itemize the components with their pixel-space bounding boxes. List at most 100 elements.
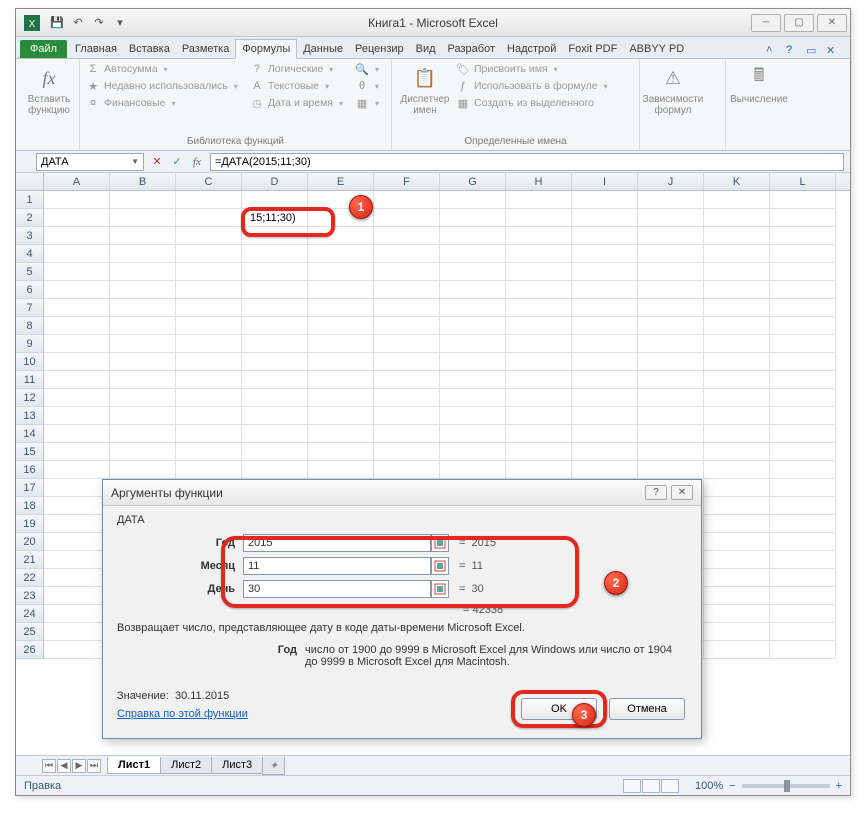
cell[interactable] — [308, 227, 374, 245]
prev-sheet-icon[interactable]: ◀ — [57, 759, 71, 773]
cell[interactable] — [44, 389, 110, 407]
lookup-button[interactable]: 🔍▾ — [355, 62, 379, 76]
cell[interactable] — [572, 389, 638, 407]
text-button[interactable]: AТекстовые▾ — [250, 79, 343, 93]
cell[interactable] — [704, 425, 770, 443]
cell[interactable] — [242, 371, 308, 389]
column-header[interactable]: F — [374, 173, 440, 190]
cell[interactable] — [242, 227, 308, 245]
cell[interactable] — [770, 551, 836, 569]
page-break-icon[interactable] — [661, 779, 679, 793]
cell[interactable] — [506, 191, 572, 209]
cell[interactable] — [374, 461, 440, 479]
cell[interactable] — [440, 335, 506, 353]
cell[interactable] — [770, 623, 836, 641]
name-manager-button[interactable]: 📋 Диспетчер имен — [398, 62, 452, 116]
cell[interactable] — [506, 407, 572, 425]
cell[interactable] — [110, 443, 176, 461]
cell[interactable] — [110, 263, 176, 281]
cell[interactable] — [308, 353, 374, 371]
row-header[interactable]: 5 — [16, 263, 44, 281]
cell[interactable] — [770, 245, 836, 263]
cell[interactable] — [374, 245, 440, 263]
row-header[interactable]: 17 — [16, 479, 44, 497]
cell[interactable] — [638, 263, 704, 281]
cell[interactable] — [308, 443, 374, 461]
cell[interactable] — [638, 461, 704, 479]
cell[interactable] — [110, 461, 176, 479]
row-header[interactable]: 18 — [16, 497, 44, 515]
cell[interactable] — [704, 479, 770, 497]
row-header[interactable]: 3 — [16, 227, 44, 245]
cell[interactable] — [242, 335, 308, 353]
cell[interactable] — [638, 389, 704, 407]
row-header[interactable]: 25 — [16, 623, 44, 641]
cell[interactable] — [110, 425, 176, 443]
cell[interactable] — [176, 317, 242, 335]
last-sheet-icon[interactable]: ⏭ — [87, 759, 101, 773]
cell[interactable] — [110, 317, 176, 335]
cell[interactable] — [506, 443, 572, 461]
cell[interactable] — [44, 209, 110, 227]
dialog-help-icon[interactable]: ? — [645, 485, 667, 500]
ribbon-tab[interactable]: Рецензир — [349, 40, 410, 58]
row-header[interactable]: 10 — [16, 353, 44, 371]
column-header[interactable]: E — [308, 173, 374, 190]
minimize-button[interactable]: ─ — [751, 14, 781, 32]
cell[interactable] — [638, 299, 704, 317]
cell[interactable] — [770, 191, 836, 209]
cell[interactable] — [242, 353, 308, 371]
cell[interactable] — [638, 443, 704, 461]
cell[interactable] — [44, 191, 110, 209]
cell[interactable] — [572, 317, 638, 335]
column-header[interactable]: I — [572, 173, 638, 190]
undo-icon[interactable]: ↶ — [69, 14, 87, 32]
cell[interactable] — [374, 425, 440, 443]
cell[interactable] — [704, 443, 770, 461]
cell[interactable] — [308, 425, 374, 443]
cell[interactable] — [44, 299, 110, 317]
cell[interactable] — [308, 461, 374, 479]
cell[interactable] — [308, 317, 374, 335]
qat-dropdown-icon[interactable]: ▾ — [111, 14, 129, 32]
cell[interactable] — [308, 389, 374, 407]
file-tab[interactable]: Файл — [20, 40, 67, 58]
cell[interactable] — [374, 389, 440, 407]
arg-input[interactable]: 30 — [243, 580, 431, 598]
minimize-ribbon-icon[interactable]: ˄ — [766, 44, 780, 58]
cell[interactable] — [638, 371, 704, 389]
ribbon-tab[interactable]: Foxit PDF — [562, 40, 623, 58]
cell[interactable] — [440, 245, 506, 263]
ribbon-tab[interactable]: Формулы — [235, 39, 297, 59]
formula-auditing-button[interactable]: ⚠ Зависимости формул — [646, 62, 700, 116]
arg-input[interactable]: 11 — [243, 557, 431, 575]
close-button[interactable]: ✕ — [817, 14, 847, 32]
cell[interactable] — [572, 299, 638, 317]
cell[interactable] — [704, 245, 770, 263]
cell[interactable] — [110, 227, 176, 245]
cell[interactable] — [176, 407, 242, 425]
cell[interactable] — [176, 263, 242, 281]
row-header[interactable]: 11 — [16, 371, 44, 389]
cell[interactable] — [374, 335, 440, 353]
cell[interactable] — [110, 209, 176, 227]
cell[interactable] — [374, 299, 440, 317]
cell[interactable] — [176, 371, 242, 389]
cell[interactable] — [572, 227, 638, 245]
cell[interactable] — [506, 281, 572, 299]
cell[interactable] — [506, 317, 572, 335]
cell[interactable] — [572, 371, 638, 389]
cell[interactable] — [506, 371, 572, 389]
cell[interactable] — [572, 461, 638, 479]
cell[interactable] — [572, 263, 638, 281]
cancel-formula-icon[interactable]: ✕ — [148, 153, 166, 171]
chevron-down-icon[interactable]: ▼ — [131, 157, 139, 166]
cell[interactable] — [770, 407, 836, 425]
cell[interactable] — [506, 353, 572, 371]
cell[interactable] — [506, 263, 572, 281]
cell[interactable] — [704, 641, 770, 659]
cell[interactable] — [770, 263, 836, 281]
insert-function-button[interactable]: fx Вставить функцию — [22, 62, 76, 116]
cell[interactable] — [176, 443, 242, 461]
create-from-sel-button[interactable]: ▦Создать из выделенного — [456, 96, 608, 110]
